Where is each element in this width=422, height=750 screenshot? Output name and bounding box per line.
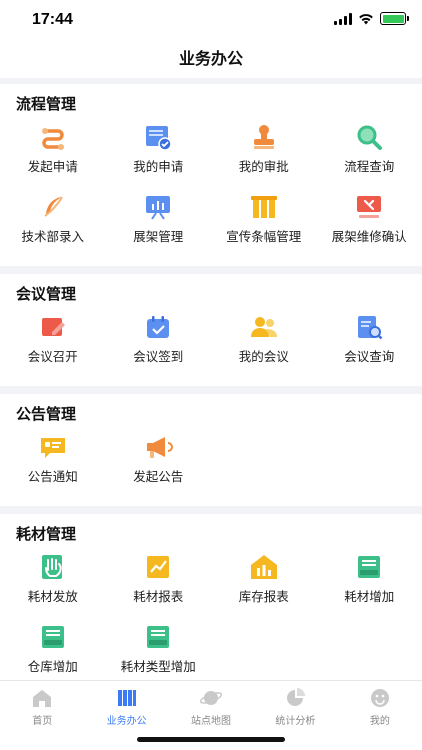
grid: 公告通知 发起公告 — [0, 426, 422, 496]
item-label: 会议查询 — [344, 349, 395, 364]
repair-confirm-button[interactable]: 展架维修确认 — [317, 186, 422, 256]
meeting-edit-icon — [38, 312, 68, 342]
warehouse-icon — [249, 552, 279, 582]
tray-add-icon — [354, 552, 384, 582]
grid: 耗材发放 耗材报表 库存报表 耗材增加 仓库增加 耗材类型增加 — [0, 546, 422, 686]
item-label: 我的审批 — [238, 159, 289, 174]
display-board-icon — [143, 192, 173, 222]
consumable-add-button[interactable]: 耗材增加 — [317, 546, 422, 616]
tab-home[interactable]: 首页 — [0, 681, 84, 750]
item-label: 耗材类型增加 — [120, 659, 196, 674]
face-icon — [369, 688, 391, 708]
report-chart-icon — [143, 552, 173, 582]
signal-icon — [334, 12, 352, 25]
tab-label: 站点地图 — [191, 716, 232, 727]
grid: 会议召开 会议签到 我的会议 会议查询 — [0, 306, 422, 376]
megaphone-icon — [143, 432, 174, 462]
announcement-notice-button[interactable]: 公告通知 — [0, 426, 106, 496]
meeting-signin-button[interactable]: 会议签到 — [106, 306, 212, 376]
grid: 发起申请 我的申请 我的审批 流程查询 技术部录入 展架管理 宣传条幅管理 展架… — [0, 116, 422, 256]
start-announcement-button[interactable]: 发起公告 — [106, 426, 212, 496]
banner-icon — [249, 192, 279, 222]
section-consumables: 耗材管理 耗材发放 耗材报表 库存报表 耗材增加 仓库增加 耗材类型增加 — [0, 514, 422, 696]
item-label: 耗材发放 — [27, 589, 78, 604]
display-stand-button[interactable]: 展架管理 — [106, 186, 212, 256]
repair-icon — [354, 192, 384, 222]
calendar-check-icon — [143, 312, 173, 342]
consumable-type-add-button[interactable]: 耗材类型增加 — [106, 616, 212, 686]
tab-label: 统计分析 — [275, 716, 316, 727]
item-label: 耗材报表 — [133, 589, 184, 604]
tray-icon — [38, 622, 68, 652]
home-indicator — [137, 737, 285, 742]
my-approval-button[interactable]: 我的审批 — [211, 116, 317, 186]
consumable-distribute-button[interactable]: 耗材发放 — [0, 546, 106, 616]
process-query-button[interactable]: 流程查询 — [317, 116, 422, 186]
my-application-icon — [143, 122, 173, 152]
inventory-report-button[interactable]: 库存报表 — [211, 546, 317, 616]
section-meeting: 会议管理 会议召开 会议签到 我的会议 会议查询 — [0, 274, 422, 386]
tab-label: 首页 — [32, 716, 53, 727]
planet-icon — [200, 688, 223, 708]
tray-type-icon — [143, 622, 173, 652]
wifi-icon — [359, 13, 373, 24]
meeting-hold-button[interactable]: 会议召开 — [0, 306, 106, 376]
tab-label: 业务办公 — [106, 716, 147, 727]
my-application-button[interactable]: 我的申请 — [106, 116, 212, 186]
section-announcement: 公告管理 公告通知 发起公告 — [0, 394, 422, 506]
consumable-report-button[interactable]: 耗材报表 — [106, 546, 212, 616]
item-label: 技术部录入 — [21, 229, 84, 244]
page-title: 业务办公 — [178, 49, 243, 68]
tab-label: 我的 — [369, 716, 390, 727]
section-title: 会议管理 — [16, 285, 77, 303]
my-meeting-button[interactable]: 我的会议 — [211, 306, 317, 376]
section-title: 耗材管理 — [16, 525, 77, 543]
banner-management-button[interactable]: 宣传条幅管理 — [211, 186, 317, 256]
item-label: 展架维修确认 — [331, 229, 407, 244]
item-label: 宣传条幅管理 — [226, 229, 302, 244]
meeting-query-button[interactable]: 会议查询 — [317, 306, 422, 376]
magnifier-icon — [354, 122, 384, 152]
tech-entry-button[interactable]: 技术部录入 — [0, 186, 106, 256]
item-label: 流程查询 — [344, 159, 395, 174]
start-flow-icon — [38, 122, 68, 152]
message-icon — [38, 432, 68, 462]
nav-bar: 业务办公 — [0, 40, 422, 78]
stamp-icon — [249, 122, 279, 152]
document-search-icon — [354, 312, 384, 342]
item-label: 仓库增加 — [27, 659, 78, 674]
warehouse-add-button[interactable]: 仓库增加 — [0, 616, 106, 686]
item-label: 耗材增加 — [344, 589, 395, 604]
item-label: 我的会议 — [238, 349, 289, 364]
section-title: 公告管理 — [16, 405, 77, 423]
feather-pen-icon — [38, 192, 68, 222]
office-icon — [116, 688, 138, 708]
status-bar: 17:44 — [0, 0, 422, 40]
tab-mine[interactable]: 我的 — [338, 681, 422, 750]
status-time: 17:44 — [32, 11, 73, 28]
content: 流程管理 发起申请 我的申请 我的审批 流程查询 技术部录入 展架管理 宣传条幅… — [0, 84, 422, 750]
item-label: 发起申请 — [27, 159, 78, 174]
item-label: 我的申请 — [133, 159, 184, 174]
home-icon — [31, 688, 53, 708]
section-process: 流程管理 发起申请 我的申请 我的审批 流程查询 技术部录入 展架管理 宣传条幅… — [0, 84, 422, 266]
item-label: 会议召开 — [27, 349, 78, 364]
status-icons — [334, 12, 409, 25]
section-title: 流程管理 — [16, 95, 77, 113]
people-icon — [249, 312, 279, 342]
start-application-button[interactable]: 发起申请 — [0, 116, 106, 186]
item-label: 展架管理 — [133, 229, 184, 244]
item-label: 发起公告 — [133, 469, 184, 484]
pie-chart-icon — [284, 688, 306, 708]
item-label: 公告通知 — [27, 469, 78, 484]
battery-icon — [380, 12, 409, 25]
hand-out-icon — [38, 552, 68, 582]
item-label: 会议签到 — [133, 349, 184, 364]
item-label: 库存报表 — [238, 589, 289, 604]
